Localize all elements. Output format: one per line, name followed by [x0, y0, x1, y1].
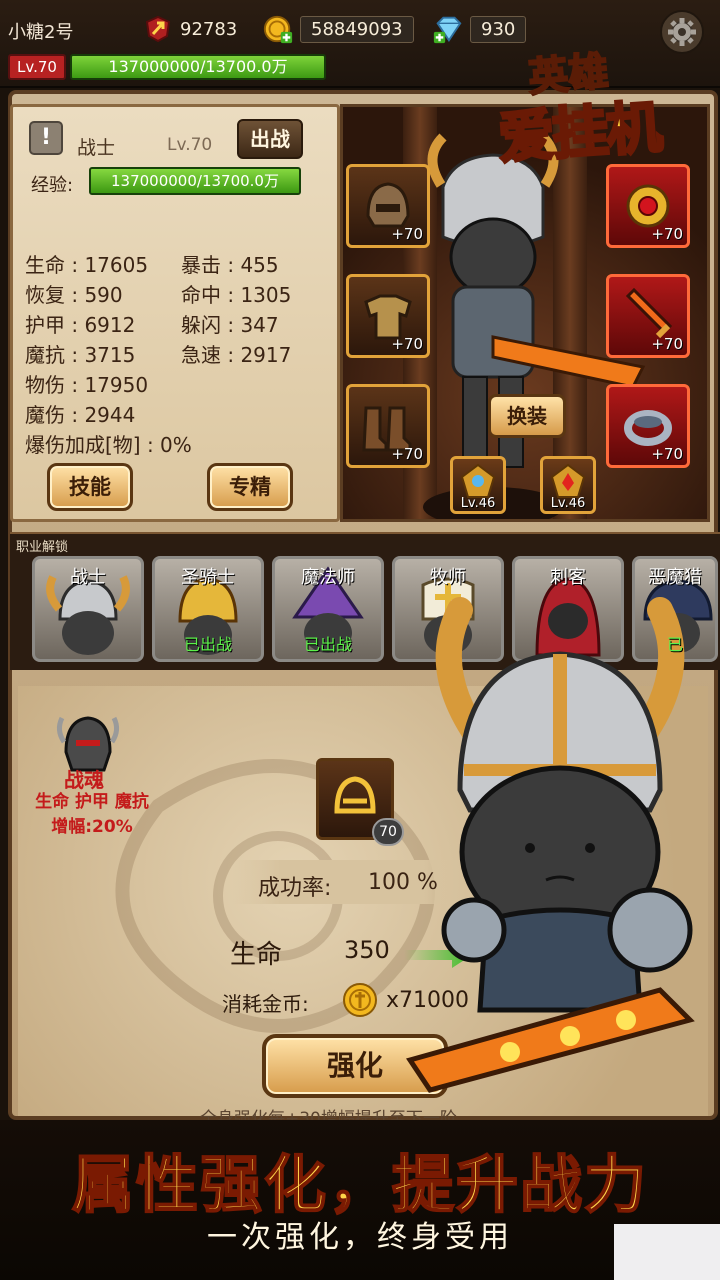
rune-red-icon: [550, 463, 586, 498]
game-logo: 英雄 爱挂机: [488, 22, 714, 173]
equip-boots-level: +70: [391, 445, 423, 463]
gold-coin-plus-icon[interactable]: [262, 13, 294, 45]
equip-amulet-slot[interactable]: +70: [606, 164, 690, 248]
equip-ring-slot[interactable]: +70: [606, 384, 690, 468]
class-status-mage: 已出战: [303, 635, 352, 654]
stat-haste: 急速 : 2917: [181, 343, 292, 367]
equip-weapon-slot[interactable]: +70: [606, 274, 690, 358]
player-level-badge: Lv.70: [8, 54, 66, 80]
class-name-paladin: 圣骑士: [181, 567, 235, 588]
class-name-assassin: 刺客: [550, 567, 586, 588]
gold-value: 58849093: [300, 15, 414, 43]
stat-physical-dmg: 物伤 : 17950: [25, 373, 149, 397]
class-name-demon-hunter: 恶魔猎: [648, 567, 702, 588]
class-card-paladin[interactable]: 圣骑士 已出战: [152, 556, 264, 662]
class-status-demon-hunter: 已: [666, 635, 683, 654]
stat-armor: 护甲 : 6912: [25, 313, 136, 337]
stat-hit: 命中 : 1305: [181, 283, 292, 307]
skill-button[interactable]: 技能: [47, 463, 133, 511]
helmet-outline-icon: [334, 776, 376, 814]
hero-stats-panel: ! 战士 Lv.70 出战 经验: 137000000/13700.0万 生命 …: [10, 104, 340, 522]
logo-line-2: 爱挂机: [495, 94, 664, 173]
equip-ring-level: +70: [651, 445, 683, 463]
hero-xp-label: 经验:: [31, 175, 74, 196]
rune-blue-icon: [460, 463, 496, 498]
class-status-paladin: 已出战: [183, 635, 232, 654]
gold-display[interactable]: 58849093: [262, 14, 414, 44]
class-card-warrior[interactable]: 战士: [32, 556, 144, 662]
stat-hp: 生命 : 17605: [25, 253, 149, 277]
war-soul-title: 战魂: [64, 768, 104, 792]
enhance-stat-label: 生命: [230, 940, 283, 970]
equip-helmet-level: +70: [391, 225, 423, 243]
equip-armor-slot[interactable]: +70: [346, 274, 430, 358]
hero-level: Lv.70: [167, 135, 213, 155]
equip-weapon-level: +70: [651, 335, 683, 353]
hero-xp-bar: 137000000/13700.0万: [89, 167, 301, 195]
stat-crit: 暴击 : 455: [181, 253, 279, 277]
diamond-plus-icon[interactable]: [432, 13, 464, 45]
class-name-priest: 牧师: [430, 567, 466, 588]
equip-boots-slot[interactable]: +70: [346, 384, 430, 468]
equip-armor-level: +70: [391, 335, 423, 353]
sortie-button[interactable]: 出战: [237, 119, 303, 159]
success-rate-label: 成功率:: [258, 876, 332, 901]
banner-title: 属性强化，提升战力: [71, 1147, 648, 1222]
power-value: 92783: [180, 18, 238, 40]
equip-helmet-slot[interactable]: +70: [346, 164, 430, 248]
war-soul-description: 生命 护甲 魔抗 增幅:20%: [35, 792, 149, 837]
gold-coin-icon: [343, 983, 377, 1017]
hero-name: 战士: [77, 137, 116, 159]
rune-slot-2[interactable]: Lv.46: [540, 456, 596, 514]
class-name-warrior: 战士: [70, 567, 106, 588]
stat-crit-dmg-bonus: 爆伤加成[物] : 0%: [25, 433, 192, 457]
mastery-button[interactable]: 专精: [207, 463, 293, 511]
player-xp-bar: 137000000/13700.0万: [70, 54, 326, 80]
corner-patch: [614, 1224, 720, 1280]
rune-slot-1[interactable]: Lv.46: [450, 456, 506, 514]
class-card-mage[interactable]: 魔法师 已出战: [272, 556, 384, 662]
stat-magic-dmg: 魔伤 : 2944: [25, 403, 136, 427]
class-unlock-title: 职业解锁: [16, 540, 69, 555]
player-xp-text: 137000000/13700.0万: [108, 57, 288, 76]
power-icon: [142, 13, 174, 45]
hero-character-large: [406, 597, 695, 1093]
stat-magic-resist: 魔抗 : 3715: [25, 343, 136, 367]
stat-dodge: 躲闪 : 347: [181, 313, 279, 337]
enhance-stat-value: 350: [344, 936, 390, 964]
hero-xp-text: 137000000/13700.0万: [111, 172, 279, 190]
change-outfit-button[interactable]: 换装: [488, 394, 566, 438]
stat-regen: 恢复 : 590: [25, 283, 123, 307]
class-name-mage: 魔法师: [301, 567, 355, 588]
power-display: 92783: [142, 14, 237, 44]
banner-subtitle: 一次强化，终身受用: [207, 1220, 513, 1255]
equip-amulet-level: +70: [651, 225, 683, 243]
player-name: 小糖2号: [8, 22, 74, 43]
cost-label: 消耗金币:: [222, 992, 309, 1016]
exclamation-icon[interactable]: !: [29, 121, 63, 155]
